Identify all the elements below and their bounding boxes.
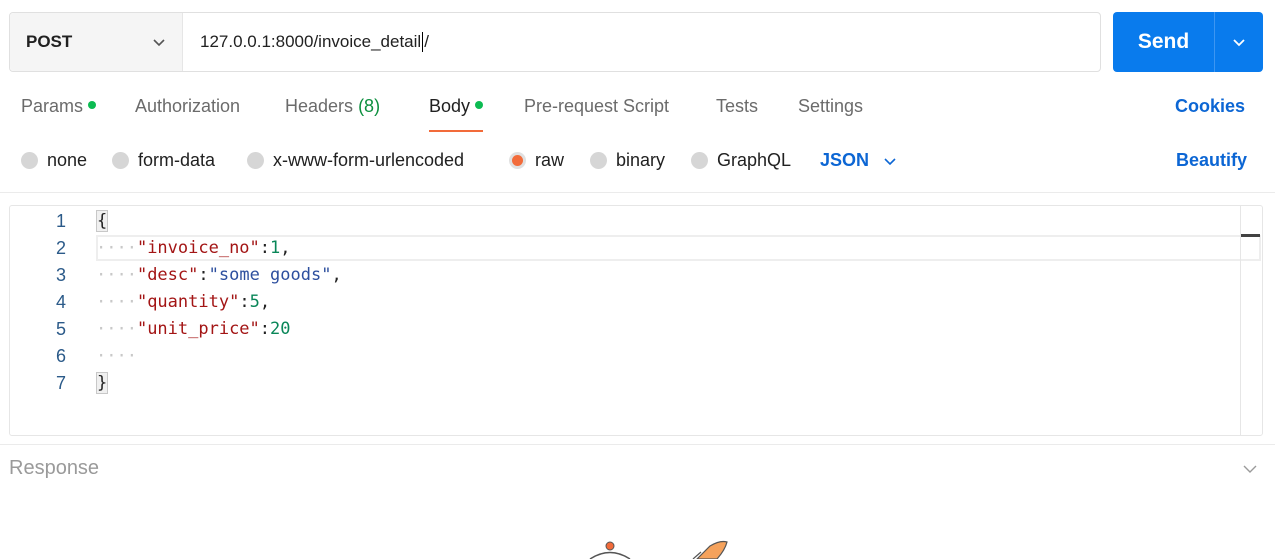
beautify-link[interactable]: Beautify <box>1176 150 1247 171</box>
json-value: 20 <box>270 319 291 339</box>
indent-marker: ···· <box>96 238 137 258</box>
json-comma: , <box>259 292 271 312</box>
method-select[interactable]: POST <box>10 13 183 71</box>
indent-marker: ···· <box>96 292 137 312</box>
indent-marker: ···· <box>96 346 137 366</box>
request-bar: POST 127.0.0.1:8000/invoice_detail / <box>9 12 1101 72</box>
json-comma: , <box>331 265 342 285</box>
tab-label: Params <box>21 96 84 116</box>
json-key: "quantity" <box>136 292 240 312</box>
editor-line: 4 ····"quantity":5, <box>10 289 1240 316</box>
empty-state-illustration <box>589 540 728 559</box>
json-key: "unit_price" <box>136 319 260 339</box>
tab-authorization[interactable]: Authorization <box>135 96 240 132</box>
radio-raw[interactable]: raw <box>509 150 564 171</box>
tab-body[interactable]: Body <box>429 96 484 132</box>
tab-label: Settings <box>798 96 864 116</box>
json-key: "desc" <box>136 265 199 285</box>
line-number: 7 <box>55 373 66 393</box>
send-button-group: Send <box>1113 12 1263 72</box>
line-number: 3 <box>55 265 66 285</box>
indent-marker: ···· <box>96 265 137 285</box>
radio-button[interactable] <box>590 152 607 169</box>
radio-x-www-form-urlencoded[interactable]: x-www-form-urlencoded <box>247 150 464 171</box>
line-number: 1 <box>55 211 66 231</box>
radio-binary[interactable]: binary <box>590 150 665 171</box>
line-number: 2 <box>55 238 66 258</box>
tab-label: Body <box>429 96 471 116</box>
code-text: } <box>96 370 109 397</box>
code-text: ····"invoice_no":1, <box>96 238 291 258</box>
code-text: { <box>96 208 109 235</box>
editor-line: 2 ····"invoice_no":1, <box>10 235 1240 262</box>
tab-label: Headers <box>285 96 354 116</box>
tab-label: Authorization <box>135 96 241 116</box>
tab-settings[interactable]: Settings <box>798 96 863 132</box>
divider <box>0 192 1275 193</box>
editor-line: 5 ····"unit_price":20 <box>10 316 1240 343</box>
radio-form-data[interactable]: form-data <box>112 150 215 171</box>
response-header[interactable]: Response <box>9 457 99 480</box>
url-text-tail: / <box>424 32 429 51</box>
format-select-label: JSON <box>820 150 870 170</box>
json-value: "some goods" <box>208 265 332 285</box>
code-text: ····"quantity":5, <box>96 292 271 312</box>
radio-label: none <box>47 150 88 170</box>
send-button[interactable]: Send <box>1113 12 1214 72</box>
json-value: 5 <box>249 292 260 312</box>
tab-pre-request-script[interactable]: Pre-request Script <box>524 96 669 132</box>
tab-label: Pre-request Script <box>524 96 670 116</box>
radio-button[interactable] <box>112 152 129 169</box>
indent-marker: ···· <box>96 319 137 339</box>
brace: { <box>96 210 109 232</box>
radio-label: x-www-form-urlencoded <box>273 150 465 170</box>
status-dot <box>88 101 97 110</box>
json-comma: , <box>280 238 291 258</box>
line-number: 6 <box>55 346 66 366</box>
json-key: "invoice_no" <box>136 238 260 258</box>
editor-scrollbar[interactable] <box>1240 206 1262 435</box>
line-number: 5 <box>55 319 66 339</box>
radio-button-selected[interactable] <box>509 152 526 169</box>
url-text: 127.0.0.1:8000/invoice_detail <box>200 32 422 51</box>
radio-none[interactable]: none <box>21 150 87 171</box>
method-label: POST <box>26 32 73 51</box>
status-dot <box>475 101 484 110</box>
headers-count: (8) <box>358 96 381 116</box>
tab-tests[interactable]: Tests <box>716 96 758 132</box>
radio-button[interactable] <box>247 152 264 169</box>
json-value: 1 <box>270 238 281 258</box>
tab-label: Tests <box>716 96 759 116</box>
scroll-position-marker <box>1241 234 1260 237</box>
editor-line: 7 } <box>10 370 1240 397</box>
chevron-down-icon <box>1233 39 1245 47</box>
code-text: ····"unit_price":20 <box>96 319 291 339</box>
radio-graphql[interactable]: GraphQL <box>691 150 791 171</box>
send-options-button[interactable] <box>1215 12 1263 72</box>
url-input[interactable]: 127.0.0.1:8000/invoice_detail / <box>183 13 1100 71</box>
radio-button[interactable] <box>691 152 708 169</box>
text-cursor <box>422 32 424 52</box>
tab-headers[interactable]: Headers (8) <box>285 96 380 132</box>
format-select[interactable]: JSON <box>820 150 897 171</box>
tab-params[interactable]: Params <box>21 96 97 132</box>
radio-label: binary <box>616 150 666 170</box>
chevron-down-icon <box>884 157 896 165</box>
editor-line: 6 ···· <box>10 343 1240 370</box>
line-number: 4 <box>55 292 66 312</box>
editor-line: 3 ····"desc":"some goods", <box>10 262 1240 289</box>
radio-button[interactable] <box>21 152 38 169</box>
divider <box>0 444 1275 445</box>
editor-line: 1 { <box>10 208 1240 235</box>
chevron-down-icon <box>153 39 165 47</box>
chevron-down-icon[interactable] <box>1243 462 1257 476</box>
radio-label: GraphQL <box>717 150 792 170</box>
brace: } <box>96 372 109 394</box>
code-editor[interactable]: 1 { 2 ····"invoice_no":1, 3 ····"desc":"… <box>9 205 1263 436</box>
cookies-link[interactable]: Cookies <box>1175 96 1245 117</box>
code-text: ····"desc":"some goods", <box>96 265 342 285</box>
radio-label: raw <box>535 150 565 170</box>
code-text: ···· <box>96 343 137 370</box>
radio-label: form-data <box>138 150 216 170</box>
